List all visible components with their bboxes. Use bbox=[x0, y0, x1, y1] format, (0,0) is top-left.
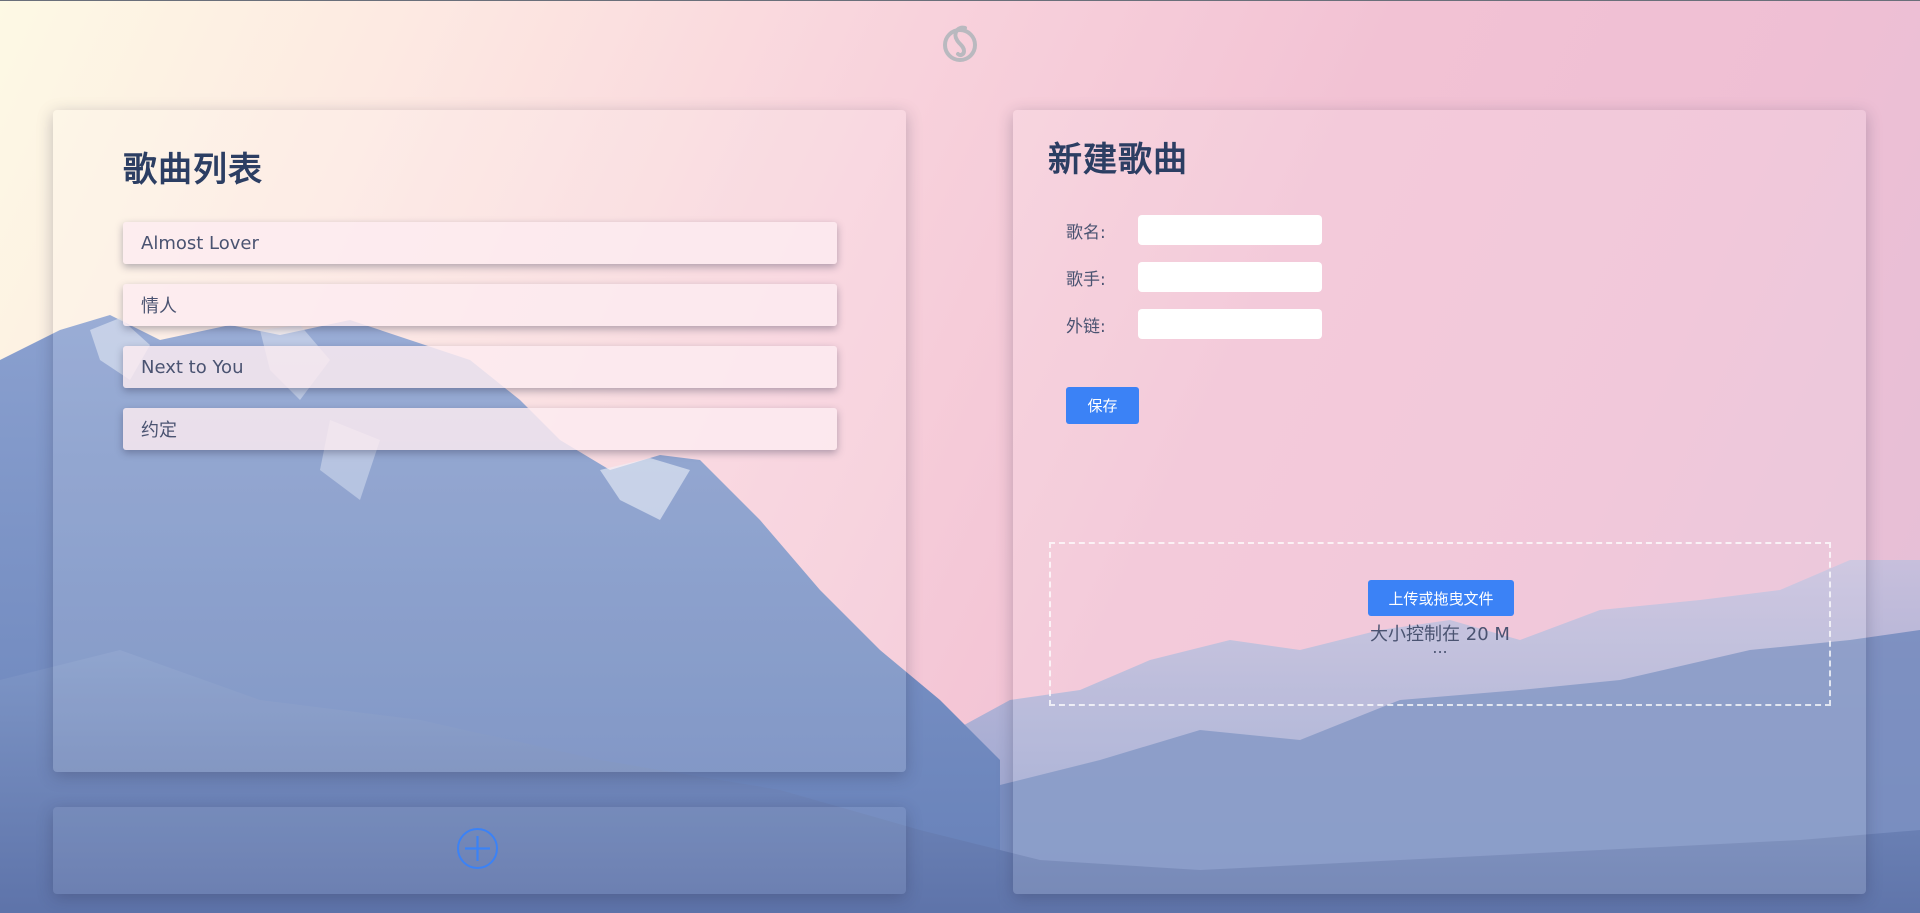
song-list-item[interactable]: Next to You bbox=[123, 346, 837, 388]
add-song-button[interactable] bbox=[457, 828, 498, 869]
new-song-form: 歌名: 歌手: 外链: bbox=[1066, 215, 1322, 356]
upload-status: ... bbox=[1432, 638, 1448, 657]
song-name-row: 歌名: bbox=[1066, 215, 1322, 245]
song-list-title: 歌曲列表 bbox=[123, 150, 263, 190]
add-circle-icon bbox=[465, 836, 490, 861]
song-list-item[interactable]: Almost Lover bbox=[123, 222, 837, 264]
top-border bbox=[0, 0, 1920, 1]
singer-label: 歌手: bbox=[1066, 269, 1106, 290]
app-logo-icon bbox=[939, 22, 981, 64]
song-list-item[interactable]: 情人 bbox=[123, 284, 837, 326]
song-list-item[interactable]: 约定 bbox=[123, 408, 837, 450]
song-list: Almost Lover 情人 Next to You 约定 bbox=[123, 222, 837, 470]
song-name-input[interactable] bbox=[1138, 215, 1322, 245]
save-button[interactable]: 保存 bbox=[1066, 387, 1139, 424]
new-song-title: 新建歌曲 bbox=[1048, 140, 1188, 180]
new-song-panel: 新建歌曲 歌名: 歌手: 外链: 保存 上传或拖曳文件 大小控制在 20 M .… bbox=[1013, 110, 1866, 894]
upload-dropzone[interactable]: 上传或拖曳文件 大小控制在 20 M ... bbox=[1049, 542, 1831, 706]
singer-row: 歌手: bbox=[1066, 262, 1322, 292]
link-input[interactable] bbox=[1138, 309, 1322, 339]
song-list-panel: 歌曲列表 Almost Lover 情人 Next to You 约定 bbox=[53, 110, 906, 772]
link-label: 外链: bbox=[1066, 316, 1106, 337]
song-name-label: 歌名: bbox=[1066, 222, 1106, 243]
singer-input[interactable] bbox=[1138, 262, 1322, 292]
link-row: 外链: bbox=[1066, 309, 1322, 339]
song-list-footer bbox=[53, 807, 906, 894]
upload-button[interactable]: 上传或拖曳文件 bbox=[1368, 580, 1514, 616]
